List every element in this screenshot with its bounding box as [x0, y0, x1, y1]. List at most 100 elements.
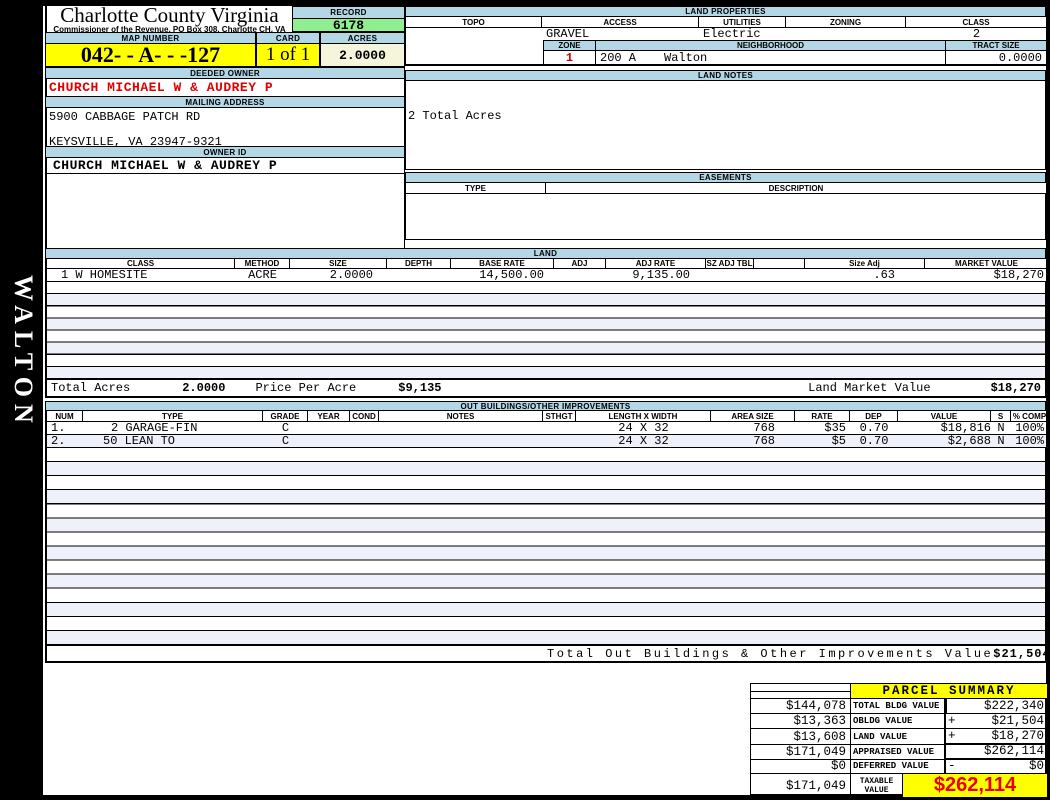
land-properties-headers: TOPO ACCESS UTILITIES ZONING CLASS	[405, 17, 1047, 28]
zone-label: ZONE	[544, 40, 596, 51]
zone-row-gap	[406, 40, 544, 51]
ob-num: 1.	[51, 422, 66, 434]
ob-num: 2.	[51, 435, 66, 447]
district-name: WALTON	[9, 275, 38, 430]
zone-code: 200 A	[600, 51, 637, 64]
land-market-value-label: MARKET VALUE	[955, 259, 1018, 268]
ob-type: 50 LEAN TO	[103, 435, 176, 447]
ob-comp: 100%	[1015, 435, 1044, 447]
out-buildings-headers: NUM TYPE GRADE YEAR COND NOTES STHGT LEN…	[45, 411, 1046, 422]
ob-year-label: YEAR	[308, 411, 350, 421]
out-buildings-total-label: Total Out Buildings & Other Improvements…	[547, 646, 994, 661]
out-buildings-empty-rows	[45, 448, 1046, 645]
land-properties-values: GRAVEL Electric 2	[405, 28, 1046, 40]
property-record-card: WALTON Charlotte County Virginia Commiss…	[0, 0, 1050, 800]
ob-length-width: 24 X 32	[618, 435, 669, 447]
zone-gap-value	[406, 51, 544, 64]
land-adj	[554, 269, 606, 281]
parcel-summary-row: $13,363 OBLDG VALUE + $21,504	[751, 714, 1047, 729]
land-blank-label	[754, 259, 805, 268]
sign: +	[948, 729, 956, 743]
prior-appraised-value: $171,049	[751, 744, 851, 760]
land-sz-adj-tbl-label: SZ ADJ TBL	[706, 259, 754, 268]
county-header: Charlotte County Virginia Commissioner o…	[45, 5, 292, 34]
out-buildings-total-row: Total Out Buildings & Other Improvements…	[45, 645, 1050, 663]
land-notes-title: LAND NOTES	[405, 70, 1046, 81]
taxable-value-row: $171,049 TAXABLE VALUE $262,114	[751, 774, 1047, 797]
parcel-summary: PARCEL SUMMARY $144,078 TOTAL BLDG VALUE…	[750, 683, 1047, 797]
out-buildings-title: OUT BUILDINGS/OTHER IMPROVEMENTS	[45, 401, 1046, 411]
district-sidebar: WALTON	[0, 0, 43, 800]
ob-notes	[379, 422, 543, 434]
ob-notes	[379, 435, 543, 447]
left-panel-blank	[45, 174, 405, 248]
card-content: Charlotte County Virginia Commissioner o…	[43, 5, 1050, 797]
out-building-row: 2. 50 LEAN TO C 24 X 32 768 $5 0.70 $2,6…	[45, 435, 1046, 448]
zone-value-row: 1 200 A Walton 0.0000	[405, 51, 1047, 66]
appraised-value: $262,114	[946, 744, 1047, 760]
ob-year	[308, 435, 350, 447]
ob-dep-label: DEP	[850, 411, 898, 421]
land-method: ACRE	[248, 269, 277, 281]
ob-comp-label: % COMP	[1012, 411, 1047, 421]
ob-dep: 0.70	[859, 422, 889, 434]
ob-sthgt-label: STHGT	[543, 411, 576, 421]
land-properties-title: LAND PROPERTIES	[405, 6, 1046, 17]
land-sz-adj-tbl	[706, 269, 754, 281]
land-market-value: $18,270	[993, 269, 1044, 281]
ob-area-size: 768	[753, 422, 775, 434]
ob-length-width-label: LENGTH X WIDTH	[576, 411, 711, 421]
out-building-row: 1. 2 GARAGE-FIN C 24 X 32 768 $35 0.70 $…	[45, 422, 1046, 435]
land-market-value-label: Land Market Value	[808, 381, 931, 395]
land-table-headers: CLASS METHOD SIZE DEPTH BASE RATE ADJ AD…	[45, 259, 1046, 269]
taxable-value: $262,114	[903, 774, 1047, 797]
ob-sthgt	[543, 422, 576, 434]
land-method-label: METHOD	[235, 259, 290, 268]
prior-land-value: $13,608	[751, 729, 851, 745]
land-depth-label: DEPTH	[387, 259, 451, 268]
land-blank	[754, 269, 805, 281]
record-number: 6178	[292, 18, 405, 33]
parcel-summary-row: $144,078 TOTAL BLDG VALUE $222,340	[751, 699, 1047, 714]
topo-value	[406, 28, 542, 40]
ob-grade: C	[281, 422, 290, 434]
land-depth	[387, 269, 451, 281]
acres-value: 2.0000	[320, 44, 405, 67]
land-note-text: 2 Total Acres	[408, 109, 502, 123]
ob-num-label: NUM	[47, 411, 83, 421]
mailing-address-label: MAILING ADDRESS	[45, 96, 405, 108]
land-size-adj-label: Size Adj	[805, 259, 925, 268]
ob-type-label: TYPE	[83, 411, 263, 421]
amount: $222,340	[983, 699, 1044, 713]
land-table-row: 1 W HOMESITE ACRE 2.0000 14,500.00 9,135…	[45, 269, 1046, 282]
class-value: 2	[972, 28, 981, 40]
deferred-value: - $0	[946, 759, 1047, 774]
amount: $21,504	[991, 714, 1044, 728]
deferred-value-label: DEFERRED VALUE	[851, 759, 946, 774]
land-totals-row: Total Acres 2.0000 Price Per Acre $9,135…	[45, 379, 1046, 398]
ob-s-label: S	[991, 411, 1011, 421]
land-value-label: LAND VALUE	[851, 729, 946, 745]
appraised-value-label: APPRAISED VALUE	[851, 744, 946, 760]
taxable-value-label: TAXABLE VALUE	[851, 774, 903, 797]
land-size-adj: .63	[873, 269, 895, 281]
amount: $262,114	[983, 744, 1044, 758]
ob-sthgt	[543, 435, 576, 447]
ob-type: 2 GARAGE-FIN	[111, 422, 198, 434]
ob-comp: 100%	[1015, 422, 1044, 434]
total-bldg-value: $222,340	[946, 699, 1047, 714]
prior-deferred-value: $0	[751, 759, 851, 774]
easement-description-label: DESCRIPTION	[546, 183, 1047, 193]
ob-cond	[350, 422, 379, 434]
ob-dep: 0.70	[859, 435, 889, 447]
utilities-label: UTILITIES	[699, 17, 786, 27]
deeded-owner-label: DEEDED OWNER	[45, 67, 405, 79]
easements-headers: TYPE DESCRIPTION	[405, 183, 1047, 194]
land-class-label: CLASS	[47, 259, 235, 268]
parcel-summary-row: $0 DEFERRED VALUE - $0	[751, 759, 1047, 774]
address-line1: 5900 CABBAGE PATCH RD	[49, 110, 201, 124]
parcel-summary-row: $13,608 LAND VALUE + $18,270	[751, 729, 1047, 745]
easement-type-label: TYPE	[406, 183, 546, 193]
zone-value: 1	[544, 51, 596, 64]
mailing-address-box: 5900 CABBAGE PATCH RD KEYSVILLE, VA 2394…	[45, 108, 405, 149]
